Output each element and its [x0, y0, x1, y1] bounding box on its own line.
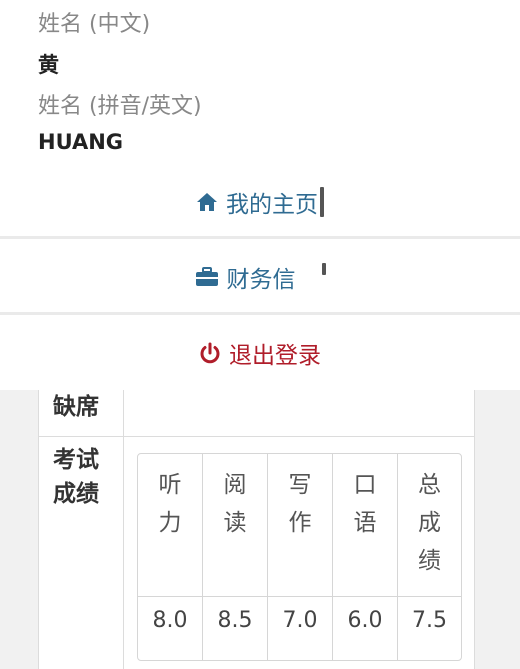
score-value-speaking: 6.0: [347, 608, 383, 633]
row-separator: [268, 596, 332, 597]
score-column-speaking: 口 语 6.0: [333, 454, 398, 660]
table-row-absent: 缺席: [39, 386, 474, 437]
column-header-listening: 听 力: [158, 472, 182, 536]
row-separator: [333, 596, 397, 597]
scores-inner-table: 听 力 8.0 阅 读 8.5 写 作 7.0 口 语 6.0 总 成 绩 7.…: [137, 453, 462, 661]
score-value-reading: 8.5: [217, 608, 253, 633]
score-column-listening: 听 力 8.0: [138, 454, 203, 660]
name-en-label: 姓名 (拼音/英文): [38, 94, 202, 119]
row-separator: [203, 596, 267, 597]
home-menu-item[interactable]: 我的主页: [0, 165, 520, 239]
column-header-reading: 阅 读: [223, 472, 247, 536]
menu-divider: [0, 312, 520, 315]
logout-label: 退出登录: [229, 343, 321, 369]
briefcase-icon: [195, 267, 219, 287]
finance-label: 财务信: [226, 267, 296, 293]
power-icon: [199, 342, 221, 364]
name-cn-label: 姓名 (中文): [38, 12, 151, 37]
score-column-writing: 写 作 7.0: [268, 454, 333, 660]
score-column-reading: 阅 读 8.5: [203, 454, 268, 660]
user-menu: 姓名 (中文) 黄 姓名 (拼音/英文) HUANG 我的主页 财务信 退出登录: [0, 0, 520, 390]
column-header-overall: 总 成 绩: [418, 472, 441, 574]
scores-label: 考试 成绩: [53, 447, 99, 507]
score-table: 缺席 考试 成绩 听 力 8.0 阅 读 8.5 写 作 7.0 口 语 6.0…: [38, 386, 475, 669]
name-en-value: HUANG: [38, 130, 124, 154]
row-separator: [138, 596, 202, 597]
absent-label: 缺席: [53, 394, 99, 420]
score-column-overall: 总 成 绩 7.5: [398, 454, 461, 660]
name-cn-value: 黄: [38, 53, 59, 77]
home-label: 我的主页: [226, 192, 318, 218]
logout-menu-item[interactable]: 退出登录: [0, 316, 520, 390]
score-value-listening: 8.0: [152, 608, 188, 633]
column-header-speaking: 口 语: [353, 472, 377, 536]
table-row-scores: 考试 成绩 听 力 8.0 阅 读 8.5 写 作 7.0 口 语 6.0 总 …: [39, 437, 474, 669]
home-icon: [196, 192, 218, 212]
text-cursor: [321, 263, 326, 275]
score-value-writing: 7.0: [282, 608, 318, 633]
score-value-overall: 7.5: [412, 608, 447, 633]
text-cursor: [320, 187, 324, 217]
menu-divider: [0, 236, 520, 239]
finance-menu-item[interactable]: 财务信: [0, 240, 520, 314]
row-separator: [398, 596, 461, 597]
column-header-writing: 写 作: [288, 472, 312, 536]
